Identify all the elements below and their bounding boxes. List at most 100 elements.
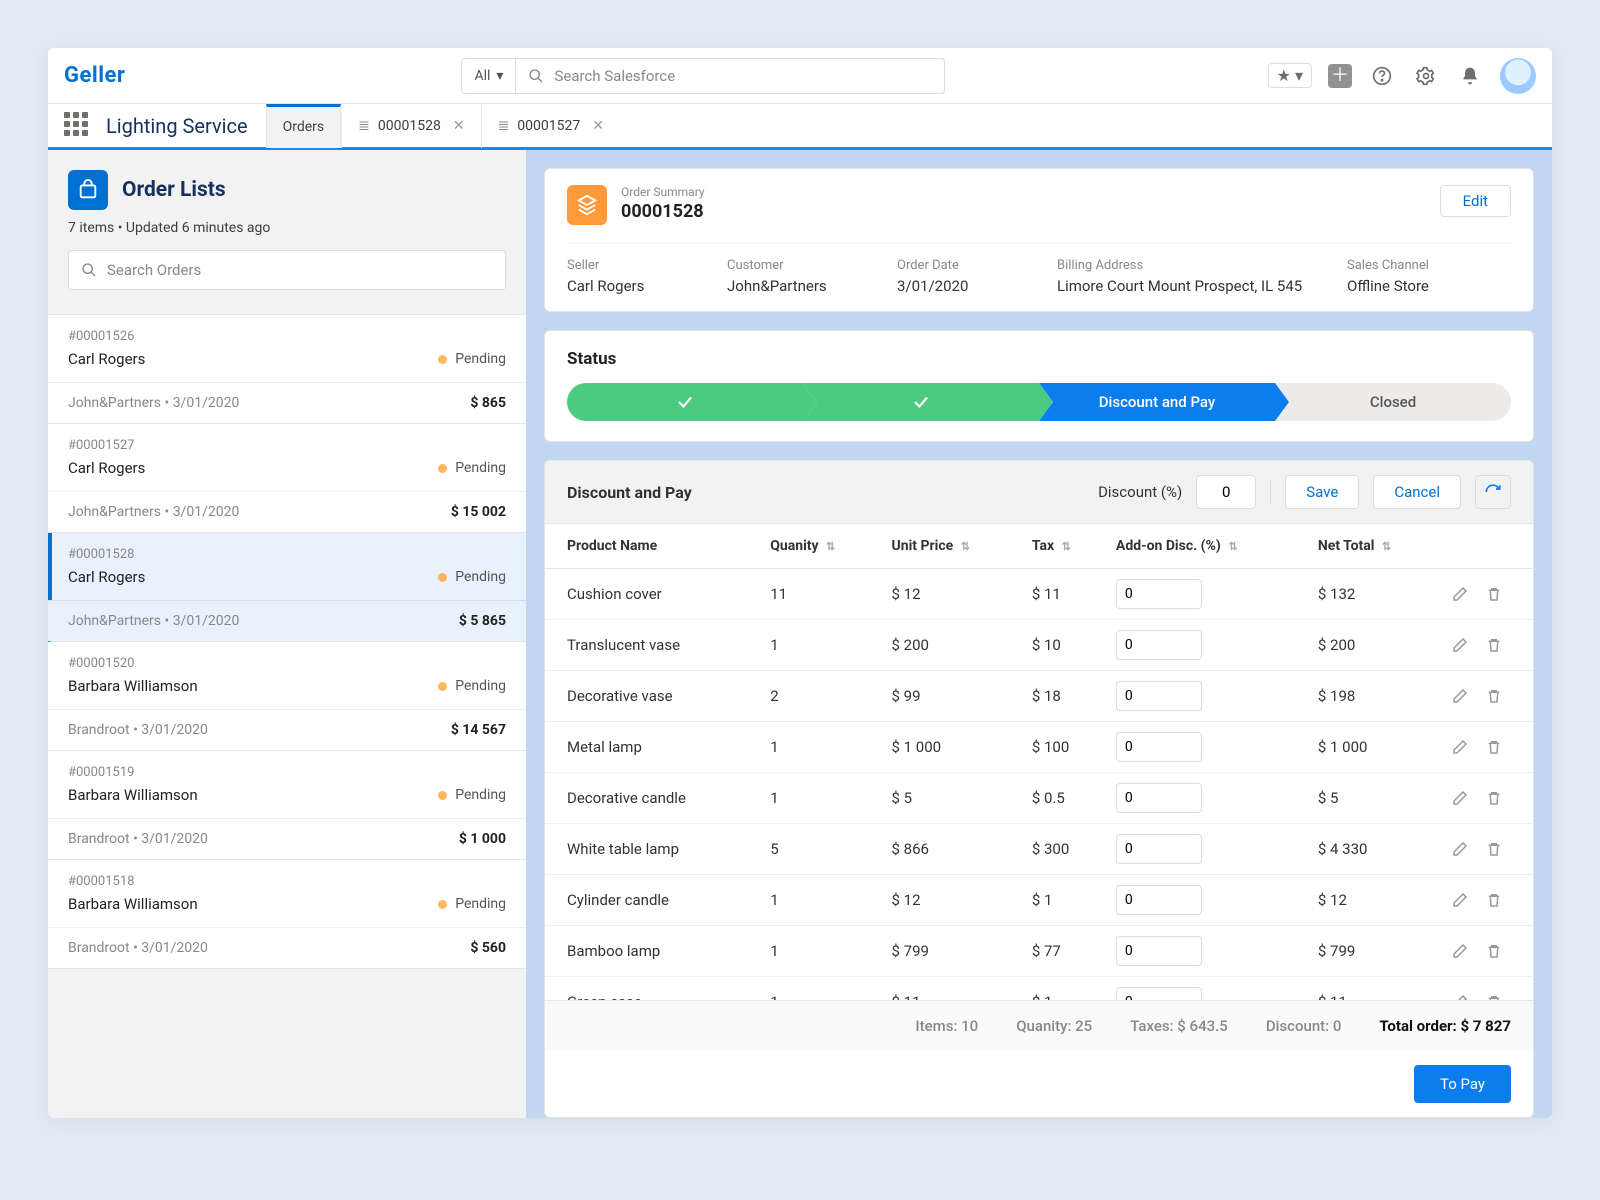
delete-row-button[interactable] bbox=[1485, 738, 1503, 756]
delete-row-button[interactable] bbox=[1485, 942, 1503, 960]
column-header[interactable]: Net Total ⇅ bbox=[1308, 524, 1441, 569]
order-seller: Carl Rogers bbox=[68, 459, 145, 477]
cancel-button[interactable]: Cancel bbox=[1373, 475, 1461, 509]
delete-row-button[interactable] bbox=[1485, 636, 1503, 654]
order-number: #00001528 bbox=[68, 547, 506, 562]
cell-qty: 1 bbox=[760, 722, 881, 773]
order-list-item[interactable]: #00001520Barbara WilliamsonPendingBrandr… bbox=[48, 642, 526, 751]
cell-tax: $ 11 bbox=[1022, 569, 1106, 620]
cell-net-total: $ 12 bbox=[1308, 875, 1441, 926]
search-scope-dropdown[interactable]: All ▾ bbox=[461, 58, 515, 94]
sidebar: Order Lists 7 items • Updated 6 minutes … bbox=[48, 150, 526, 1118]
tab-00001527[interactable]: ≣00001527✕ bbox=[481, 104, 620, 148]
edit-row-button[interactable] bbox=[1451, 840, 1469, 858]
status-dot-icon bbox=[438, 573, 447, 582]
cell-tax: $ 18 bbox=[1022, 671, 1106, 722]
order-summary-icon bbox=[567, 185, 607, 225]
status-dot-icon bbox=[438, 355, 447, 364]
addon-discount-input[interactable] bbox=[1116, 732, 1202, 762]
addon-discount-input[interactable] bbox=[1116, 987, 1202, 1000]
addon-discount-input[interactable] bbox=[1116, 834, 1202, 864]
status-card: Status Discount and PayClosed bbox=[544, 330, 1534, 442]
save-button[interactable]: Save bbox=[1285, 475, 1359, 509]
edit-button[interactable]: Edit bbox=[1440, 185, 1511, 217]
column-header[interactable]: Product Name bbox=[545, 524, 760, 569]
delete-row-button[interactable] bbox=[1485, 687, 1503, 705]
tab-orders[interactable]: Orders bbox=[266, 104, 342, 148]
addon-discount-input[interactable] bbox=[1116, 936, 1202, 966]
global-search-input[interactable]: Search Salesforce bbox=[515, 58, 945, 94]
status-step[interactable] bbox=[567, 383, 803, 421]
table-row: Translucent vase1$ 200$ 10$ 200 bbox=[545, 620, 1533, 671]
pencil-icon bbox=[1451, 840, 1469, 858]
cell-qty: 1 bbox=[760, 977, 881, 1001]
tab-00001528[interactable]: ≣00001528✕ bbox=[341, 104, 480, 148]
delete-row-button[interactable] bbox=[1485, 840, 1503, 858]
sidebar-search-input[interactable]: Search Orders bbox=[68, 250, 506, 290]
cell-tax: $ 0.5 bbox=[1022, 773, 1106, 824]
cell-product: Cylinder candle bbox=[545, 875, 760, 926]
table-row: Cushion cover11$ 12$ 11$ 132 bbox=[545, 569, 1533, 620]
app-launcher-button[interactable] bbox=[64, 112, 92, 140]
help-button[interactable] bbox=[1368, 62, 1396, 90]
delete-row-button[interactable] bbox=[1485, 891, 1503, 909]
order-customer-line: John&Partners • 3/01/2020 bbox=[68, 504, 239, 520]
status-step[interactable]: Discount and Pay bbox=[1039, 383, 1275, 421]
order-seller: Barbara Williamson bbox=[68, 677, 198, 695]
cell-product: Green case bbox=[545, 977, 760, 1001]
cell-qty: 1 bbox=[760, 773, 881, 824]
edit-row-button[interactable] bbox=[1451, 942, 1469, 960]
edit-row-button[interactable] bbox=[1451, 738, 1469, 756]
meta-key: Customer bbox=[727, 258, 887, 273]
edit-row-button[interactable] bbox=[1451, 789, 1469, 807]
edit-row-button[interactable] bbox=[1451, 993, 1469, 1000]
column-header[interactable]: Quanity ⇅ bbox=[760, 524, 881, 569]
addon-discount-input[interactable] bbox=[1116, 885, 1202, 915]
column-header[interactable]: Unit Price ⇅ bbox=[882, 524, 1022, 569]
cell-product: Decorative candle bbox=[545, 773, 760, 824]
delete-row-button[interactable] bbox=[1485, 789, 1503, 807]
nav-tabstrip: Lighting Service Orders≣00001528✕≣000015… bbox=[48, 104, 1552, 150]
discount-input[interactable] bbox=[1196, 475, 1256, 509]
order-number: #00001518 bbox=[68, 874, 506, 889]
close-icon[interactable]: ✕ bbox=[592, 118, 604, 134]
edit-row-button[interactable] bbox=[1451, 636, 1469, 654]
global-actions-button[interactable]: ＋ bbox=[1328, 64, 1352, 88]
order-list-item[interactable]: #00001526Carl RogersPendingJohn&Partners… bbox=[48, 315, 526, 424]
order-list-item[interactable]: #00001527Carl RogersPendingJohn&Partners… bbox=[48, 424, 526, 533]
delete-row-button[interactable] bbox=[1485, 585, 1503, 603]
status-badge: Pending bbox=[438, 896, 506, 912]
cell-product: Decorative vase bbox=[545, 671, 760, 722]
edit-row-button[interactable] bbox=[1451, 891, 1469, 909]
addon-discount-input[interactable] bbox=[1116, 783, 1202, 813]
cell-unit-price: $ 799 bbox=[882, 926, 1022, 977]
layers-icon: ≣ bbox=[498, 118, 510, 134]
addon-discount-input[interactable] bbox=[1116, 630, 1202, 660]
cell-product: White table lamp bbox=[545, 824, 760, 875]
column-header[interactable]: Tax ⇅ bbox=[1022, 524, 1106, 569]
edit-row-button[interactable] bbox=[1451, 585, 1469, 603]
column-header[interactable]: Add-on Disc. (%) ⇅ bbox=[1106, 524, 1308, 569]
addon-discount-input[interactable] bbox=[1116, 681, 1202, 711]
meta-key: Sales Channel bbox=[1347, 258, 1487, 273]
cell-product: Bamboo lamp bbox=[545, 926, 760, 977]
addon-discount-input[interactable] bbox=[1116, 579, 1202, 609]
refresh-button[interactable] bbox=[1475, 475, 1511, 509]
setup-button[interactable] bbox=[1412, 62, 1440, 90]
edit-row-button[interactable] bbox=[1451, 687, 1469, 705]
status-step[interactable] bbox=[803, 383, 1039, 421]
user-avatar[interactable] bbox=[1500, 58, 1536, 94]
order-list-item[interactable]: #00001518Barbara WilliamsonPendingBrandr… bbox=[48, 860, 526, 969]
close-icon[interactable]: ✕ bbox=[453, 118, 465, 134]
meta-value: John&Partners bbox=[727, 277, 887, 295]
cell-net-total: $ 11 bbox=[1308, 977, 1441, 1001]
favorites-button[interactable]: ★▾ bbox=[1268, 63, 1312, 88]
status-step[interactable]: Closed bbox=[1275, 383, 1511, 421]
delete-row-button[interactable] bbox=[1485, 993, 1503, 1000]
order-list-item[interactable]: #00001528Carl RogersPendingJohn&Partners… bbox=[48, 533, 526, 642]
order-amount: $ 5 865 bbox=[459, 613, 506, 629]
notifications-button[interactable] bbox=[1456, 62, 1484, 90]
to-pay-button[interactable]: To Pay bbox=[1414, 1065, 1511, 1103]
order-list-item[interactable]: #00001519Barbara WilliamsonPendingBrandr… bbox=[48, 751, 526, 860]
order-amount: $ 560 bbox=[470, 940, 506, 956]
